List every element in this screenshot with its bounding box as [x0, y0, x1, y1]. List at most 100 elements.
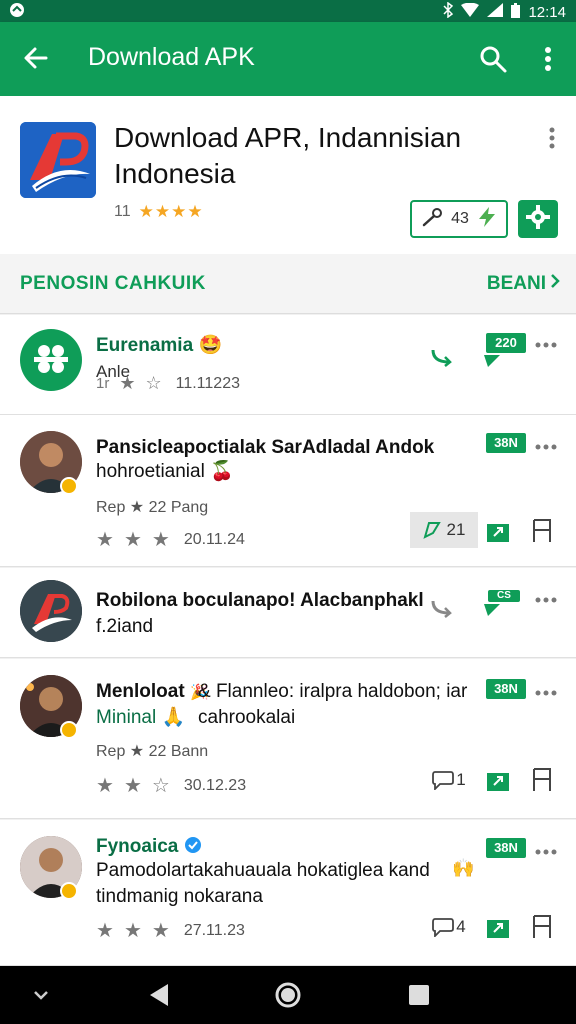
bluetooth-icon — [443, 1, 454, 22]
pill-value: 43 — [451, 210, 469, 227]
nav-recents-icon[interactable] — [404, 980, 434, 1010]
bookmark-icon[interactable] — [530, 914, 554, 940]
reviewer-name-text: Menloloat — [96, 681, 185, 702]
reviewer-name-text: Fynoaica — [96, 836, 179, 857]
star-icon: ★ — [96, 920, 114, 942]
comment-button[interactable]: 4 — [428, 914, 470, 940]
verified-badge — [60, 721, 78, 739]
star-icon: ★ — [96, 775, 114, 797]
section-link-label: BEANI — [486, 273, 546, 294]
avatar — [20, 580, 82, 642]
app-more-icon[interactable] — [545, 126, 559, 150]
review-tag: 38N — [486, 838, 526, 858]
star-icon: ★ — [119, 373, 136, 393]
app-logo-icon[interactable] — [20, 122, 96, 198]
review-body: hohroetianial 🍒 — [96, 459, 486, 485]
star-outline-icon: ☆ — [151, 775, 170, 797]
star-icon: ★ — [123, 775, 142, 797]
review-body-continuation: Mininal 🙏 — [96, 705, 416, 731]
review-meta: Rep ★ 22 Bann — [96, 743, 209, 760]
share-pill-button[interactable]: 43 — [410, 200, 508, 238]
signal-icon — [487, 3, 504, 21]
review-item[interactable]: Robilona boculanapo! Alacbanphakl f.2ian… — [0, 568, 576, 658]
nav-home-icon[interactable] — [273, 980, 303, 1010]
verified-badge — [60, 882, 78, 900]
like-button[interactable]: 21 — [410, 512, 478, 548]
review-rating: ★ ★ ☆ 30.12.23 — [96, 773, 246, 798]
rating-stars: ★★★★ — [138, 202, 204, 221]
search-icon[interactable] — [478, 44, 508, 74]
android-notification-icon — [8, 2, 26, 22]
comment-button[interactable]: 1 — [428, 767, 470, 793]
reviewer-name: Fynoaica — [96, 836, 202, 858]
review-item[interactable]: Eurenamia 🤩 Anle 1r ★ ☆ 11.11223 220 — [0, 315, 576, 415]
speech-tail-icon — [484, 604, 500, 616]
like-count: 21 — [446, 520, 466, 539]
emoji-icon: 🙌 — [452, 858, 475, 878]
comment-count: 4 — [456, 917, 466, 936]
app-bar: Download APK — [0, 22, 576, 96]
review-item[interactable]: Fynoaica Pamodolartakahuauala hokatiglea… — [0, 820, 576, 966]
settings-button[interactable] — [518, 200, 558, 238]
share-icon[interactable] — [486, 914, 512, 940]
rating-count: 11 — [114, 203, 131, 220]
review-item[interactable]: Menloloat 🎉 & Flannleo: iralpra haldobon… — [0, 659, 576, 819]
section-label: PENOSIN CAHKUIK — [20, 273, 206, 294]
bookmark-icon[interactable] — [530, 518, 554, 544]
review-body: Pamodolartakahuauala hokatiglea kand tin… — [96, 858, 486, 910]
star-icon: ★ — [123, 529, 142, 551]
bookmark-icon[interactable] — [530, 767, 554, 793]
share-icon[interactable] — [486, 767, 512, 793]
emoji-icon: 🤩 — [198, 335, 223, 356]
review-more-icon[interactable] — [534, 337, 558, 348]
overflow-menu-icon[interactable] — [536, 44, 560, 74]
app-title: Download APR, Indannisian Indonesia — [114, 122, 462, 189]
review-meta: Rep ★ 22 Pang — [96, 499, 209, 516]
reviewer-name: Eurenamia 🤩 — [96, 333, 222, 357]
review-body-text: hohroetianial — [96, 461, 205, 482]
back-arrow-icon[interactable] — [20, 42, 52, 74]
review-more-icon[interactable] — [534, 685, 558, 696]
clock: 12:14 — [528, 3, 566, 21]
reviewer-name-text: Eurenamia — [96, 335, 194, 356]
reply-icon[interactable] — [428, 594, 454, 620]
chevron-down-icon[interactable] — [26, 980, 56, 1010]
page-title: Download APK — [88, 43, 255, 71]
review-tag: CS — [488, 590, 520, 602]
speech-tail-icon — [484, 355, 500, 367]
review-rating: 1r ★ ☆ 11.11223 — [96, 373, 240, 394]
nav-back-icon[interactable] — [144, 980, 174, 1010]
reviews-section-header: PENOSIN CAHKUIK BEANI — [0, 254, 576, 314]
section-link[interactable]: BEANI — [487, 273, 560, 295]
review-date: 30.12.23 — [183, 776, 247, 794]
review-highlight: Mininal — [96, 707, 157, 728]
review-tag: 38N — [486, 679, 526, 699]
reply-icon[interactable] — [428, 343, 454, 369]
battery-icon — [511, 2, 521, 22]
verified-check-icon — [184, 836, 202, 857]
star-icon: ★ — [151, 920, 170, 942]
system-nav-bar — [0, 966, 576, 1024]
gear-icon — [526, 204, 550, 234]
avatar — [20, 329, 82, 391]
star-icon: ★ — [96, 529, 114, 551]
review-item[interactable]: Pansicleapoctialak SarAdladal Andok hohr… — [0, 415, 576, 567]
key-icon — [421, 207, 443, 232]
comment-count: 1 — [456, 770, 466, 789]
rating-text: 1r — [96, 375, 110, 392]
star-outline-icon: ☆ — [145, 373, 162, 393]
verified-badge — [60, 477, 78, 495]
reviewer-name: Menloloat 🎉 — [96, 681, 209, 703]
review-body-text: Pamodolartakahuauala hokatiglea kand tin… — [96, 860, 430, 907]
status-bar: 12:14 — [0, 0, 576, 22]
share-icon[interactable] — [486, 518, 512, 544]
review-date: 20.11.24 — [183, 530, 245, 548]
review-more-icon[interactable] — [534, 844, 558, 855]
review-date: 27.11.23 — [183, 921, 245, 939]
reviewer-name: Pansicleapoctialak SarAdladal Andok — [96, 437, 435, 458]
cherry-emoji-icon: 🍒 — [210, 461, 234, 482]
review-more-icon[interactable] — [534, 592, 558, 603]
review-more-icon[interactable] — [534, 439, 558, 450]
chevron-right-icon — [550, 273, 560, 295]
wifi-icon — [461, 2, 480, 21]
